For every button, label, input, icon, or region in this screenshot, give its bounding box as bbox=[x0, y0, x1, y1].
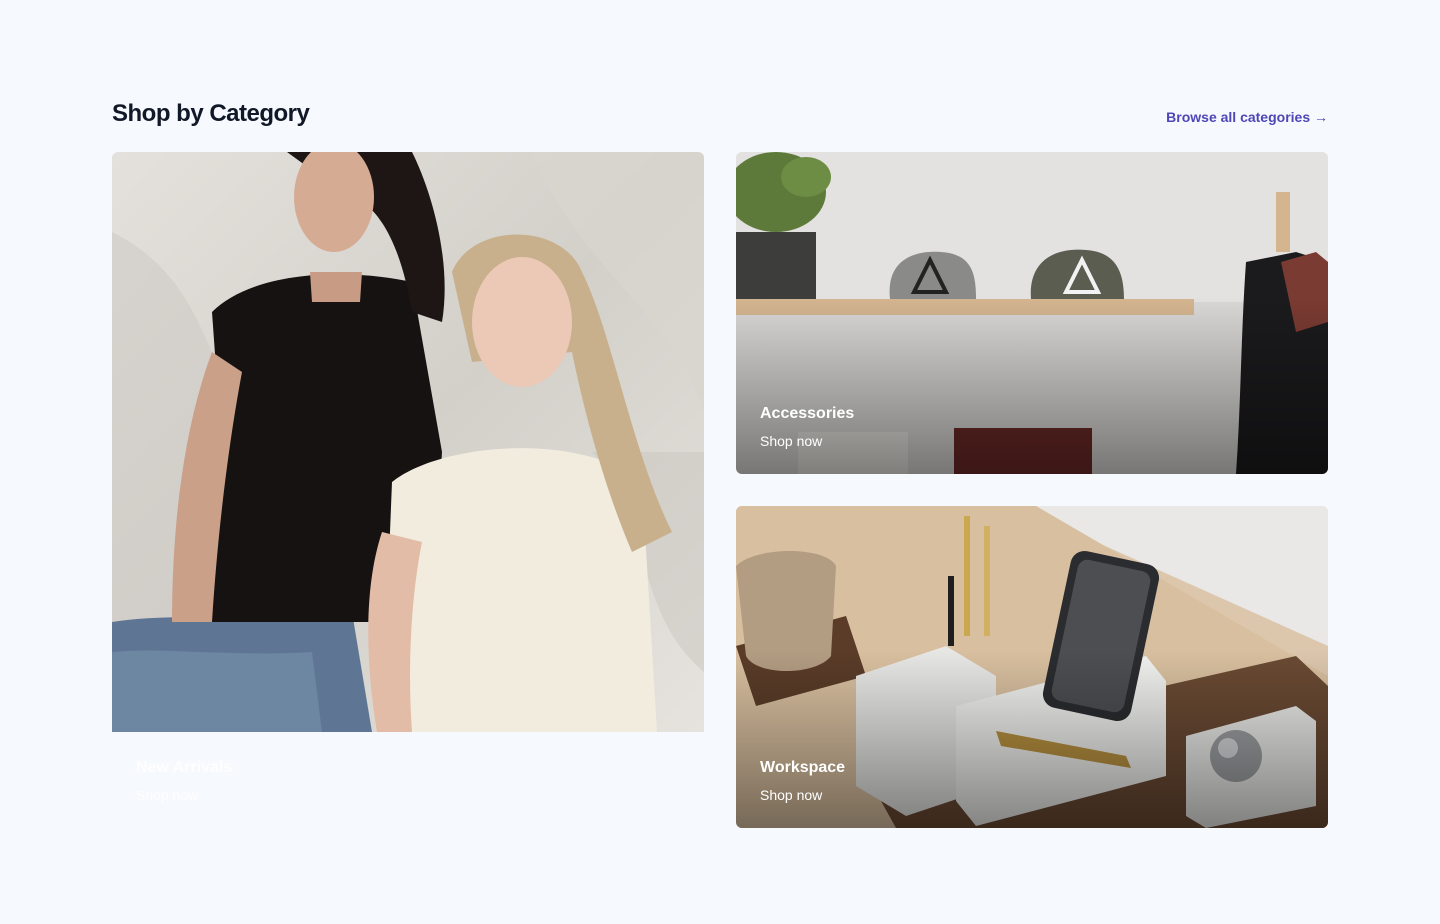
shop-now-label: Shop now bbox=[760, 433, 823, 449]
category-card-new-arrivals[interactable]: New Arrivals Shop now bbox=[112, 152, 704, 828]
shop-now-label: Shop now bbox=[136, 787, 199, 803]
new-arrivals-photo bbox=[112, 152, 704, 828]
card-caption: New Arrivals Shop now bbox=[136, 758, 232, 804]
card-caption: Workspace Shop now bbox=[760, 758, 845, 804]
shop-by-category-section: Shop by Category Browse all categories → bbox=[0, 0, 1440, 924]
card-caption: Accessories Shop now bbox=[760, 404, 854, 450]
category-name: New Arrivals bbox=[136, 759, 233, 776]
category-name: Workspace bbox=[760, 759, 846, 776]
category-name: Accessories bbox=[760, 405, 855, 422]
browse-all-categories-link[interactable]: Browse all categories → bbox=[1166, 109, 1328, 125]
category-card-workspace[interactable]: Workspace Shop now bbox=[736, 506, 1328, 828]
category-card-accessories[interactable]: Accessories Shop now bbox=[736, 152, 1328, 474]
section-title: Shop by Category bbox=[112, 100, 310, 127]
shop-now-label: Shop now bbox=[760, 787, 823, 803]
section-header: Shop by Category Browse all categories → bbox=[112, 96, 1328, 132]
